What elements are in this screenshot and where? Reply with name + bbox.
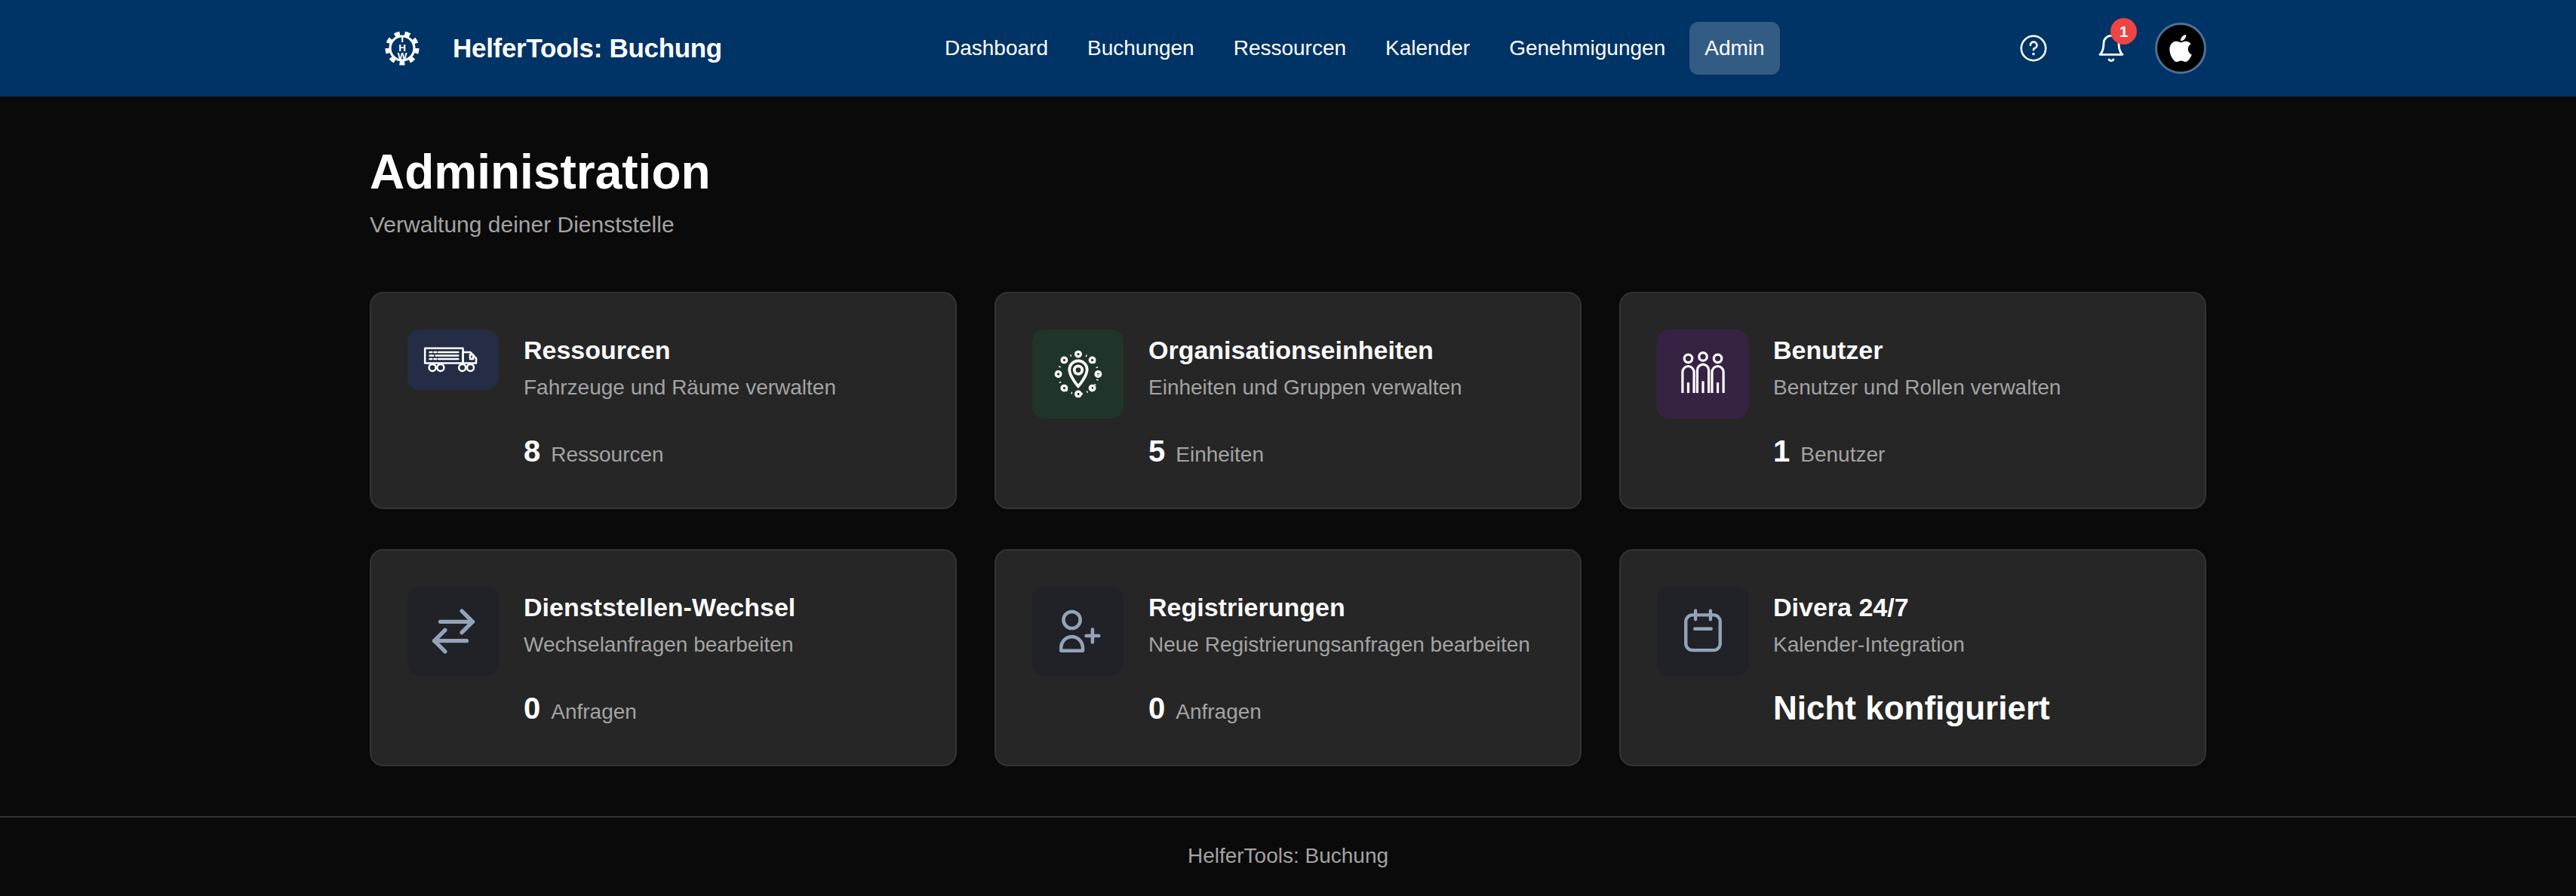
- user-plus-icon: [1032, 587, 1124, 676]
- card-count: 8: [524, 433, 540, 469]
- card-divera[interactable]: Divera 24/7 Kalender-Integration Nicht kon…: [1619, 549, 2206, 766]
- card-count-label: Ressourcen: [551, 443, 663, 467]
- notification-badge: 1: [2110, 18, 2137, 44]
- card-title: Benutzer: [1773, 333, 2061, 367]
- card-count: 5: [1148, 433, 1165, 469]
- footer-text: HelferTools: Buchung: [1188, 844, 1388, 868]
- notifications-bell-icon[interactable]: 1: [2096, 33, 2126, 63]
- svg-text:W: W: [398, 51, 407, 62]
- network-pin-icon: [1032, 330, 1124, 419]
- card-title: Registrierungen: [1148, 591, 1530, 624]
- card-title: Divera 24/7: [1773, 591, 2050, 624]
- card-count-label: Anfragen: [551, 700, 637, 724]
- nav-link-kalender[interactable]: Kalender: [1370, 22, 1485, 75]
- transfer-arrows-icon: [407, 587, 499, 676]
- nav-link-ressourcen[interactable]: Ressourcen: [1219, 22, 1361, 75]
- card-subtitle: Kalender-Integration: [1773, 630, 2050, 660]
- card-title: Ressourcen: [524, 333, 836, 367]
- user-avatar[interactable]: [2155, 23, 2206, 74]
- card-count: 1: [1773, 433, 1790, 469]
- card-organisationseinheiten[interactable]: Organisationseinheiten Einheiten und Grup…: [994, 292, 1582, 509]
- nav-link-dashboard[interactable]: Dashboard: [930, 22, 1063, 75]
- nav-link-admin[interactable]: Admin: [1689, 22, 1779, 75]
- nav-links: DashboardBuchungenRessourcenKalenderGene…: [930, 22, 1780, 75]
- card-count-label: Einheiten: [1176, 443, 1264, 467]
- card-title: Organisationseinheiten: [1148, 333, 1462, 367]
- users-icon: [1657, 330, 1748, 419]
- nav-link-genehmigungen[interactable]: Genehmigungen: [1494, 22, 1680, 75]
- calendar-icon: [1657, 587, 1748, 676]
- page-title: Administration: [370, 143, 2206, 201]
- card-subtitle: Benutzer und Rollen verwalten: [1773, 373, 2061, 403]
- card-ressourcen[interactable]: Ressourcen Fahrzeuge und Räume verwalten 8…: [370, 292, 957, 509]
- card-subtitle: Wechselanfragen bearbeiten: [524, 630, 795, 660]
- apple-icon: [2167, 35, 2194, 62]
- card-count-label: Anfragen: [1176, 700, 1262, 724]
- admin-cards-grid: Ressourcen Fahrzeuge und Räume verwalten 8…: [370, 292, 2206, 766]
- footer: HelferTools: Buchung: [0, 816, 2576, 894]
- card-subtitle: Einheiten und Gruppen verwalten: [1148, 373, 1462, 403]
- card-status: Nicht konfiguriert: [1773, 690, 2050, 726]
- card-benutzer[interactable]: Benutzer Benutzer und Rollen verwalten 1 Be…: [1619, 292, 2206, 509]
- app-title: HelferTools: Buchung: [453, 33, 722, 63]
- card-title: Dienststellen-Wechsel: [524, 591, 795, 624]
- card-registrierungen[interactable]: Registrierungen Neue Registrierungsanfrag…: [994, 549, 1582, 766]
- truck-icon: [407, 330, 499, 390]
- thw-gear-logo-icon: T H W: [383, 29, 421, 67]
- page-subtitle: Verwaltung deiner Dienststelle: [370, 209, 2206, 241]
- card-subtitle: Neue Registrierungsanfragen bearbeiten: [1148, 630, 1530, 660]
- card-subtitle: Fahrzeuge und Räume verwalten: [524, 373, 836, 403]
- card-count: 0: [524, 690, 540, 726]
- nav-link-buchungen[interactable]: Buchungen: [1072, 22, 1210, 75]
- navbar: T H W HelferTools: Buchung DashboardBuch…: [0, 0, 2576, 97]
- card-dienststellen-wechsel[interactable]: Dienststellen-Wechsel Wechselanfragen bea…: [370, 549, 957, 766]
- help-icon[interactable]: [2019, 34, 2048, 63]
- card-count-label: Benutzer: [1800, 443, 1885, 467]
- card-count: 0: [1148, 690, 1165, 726]
